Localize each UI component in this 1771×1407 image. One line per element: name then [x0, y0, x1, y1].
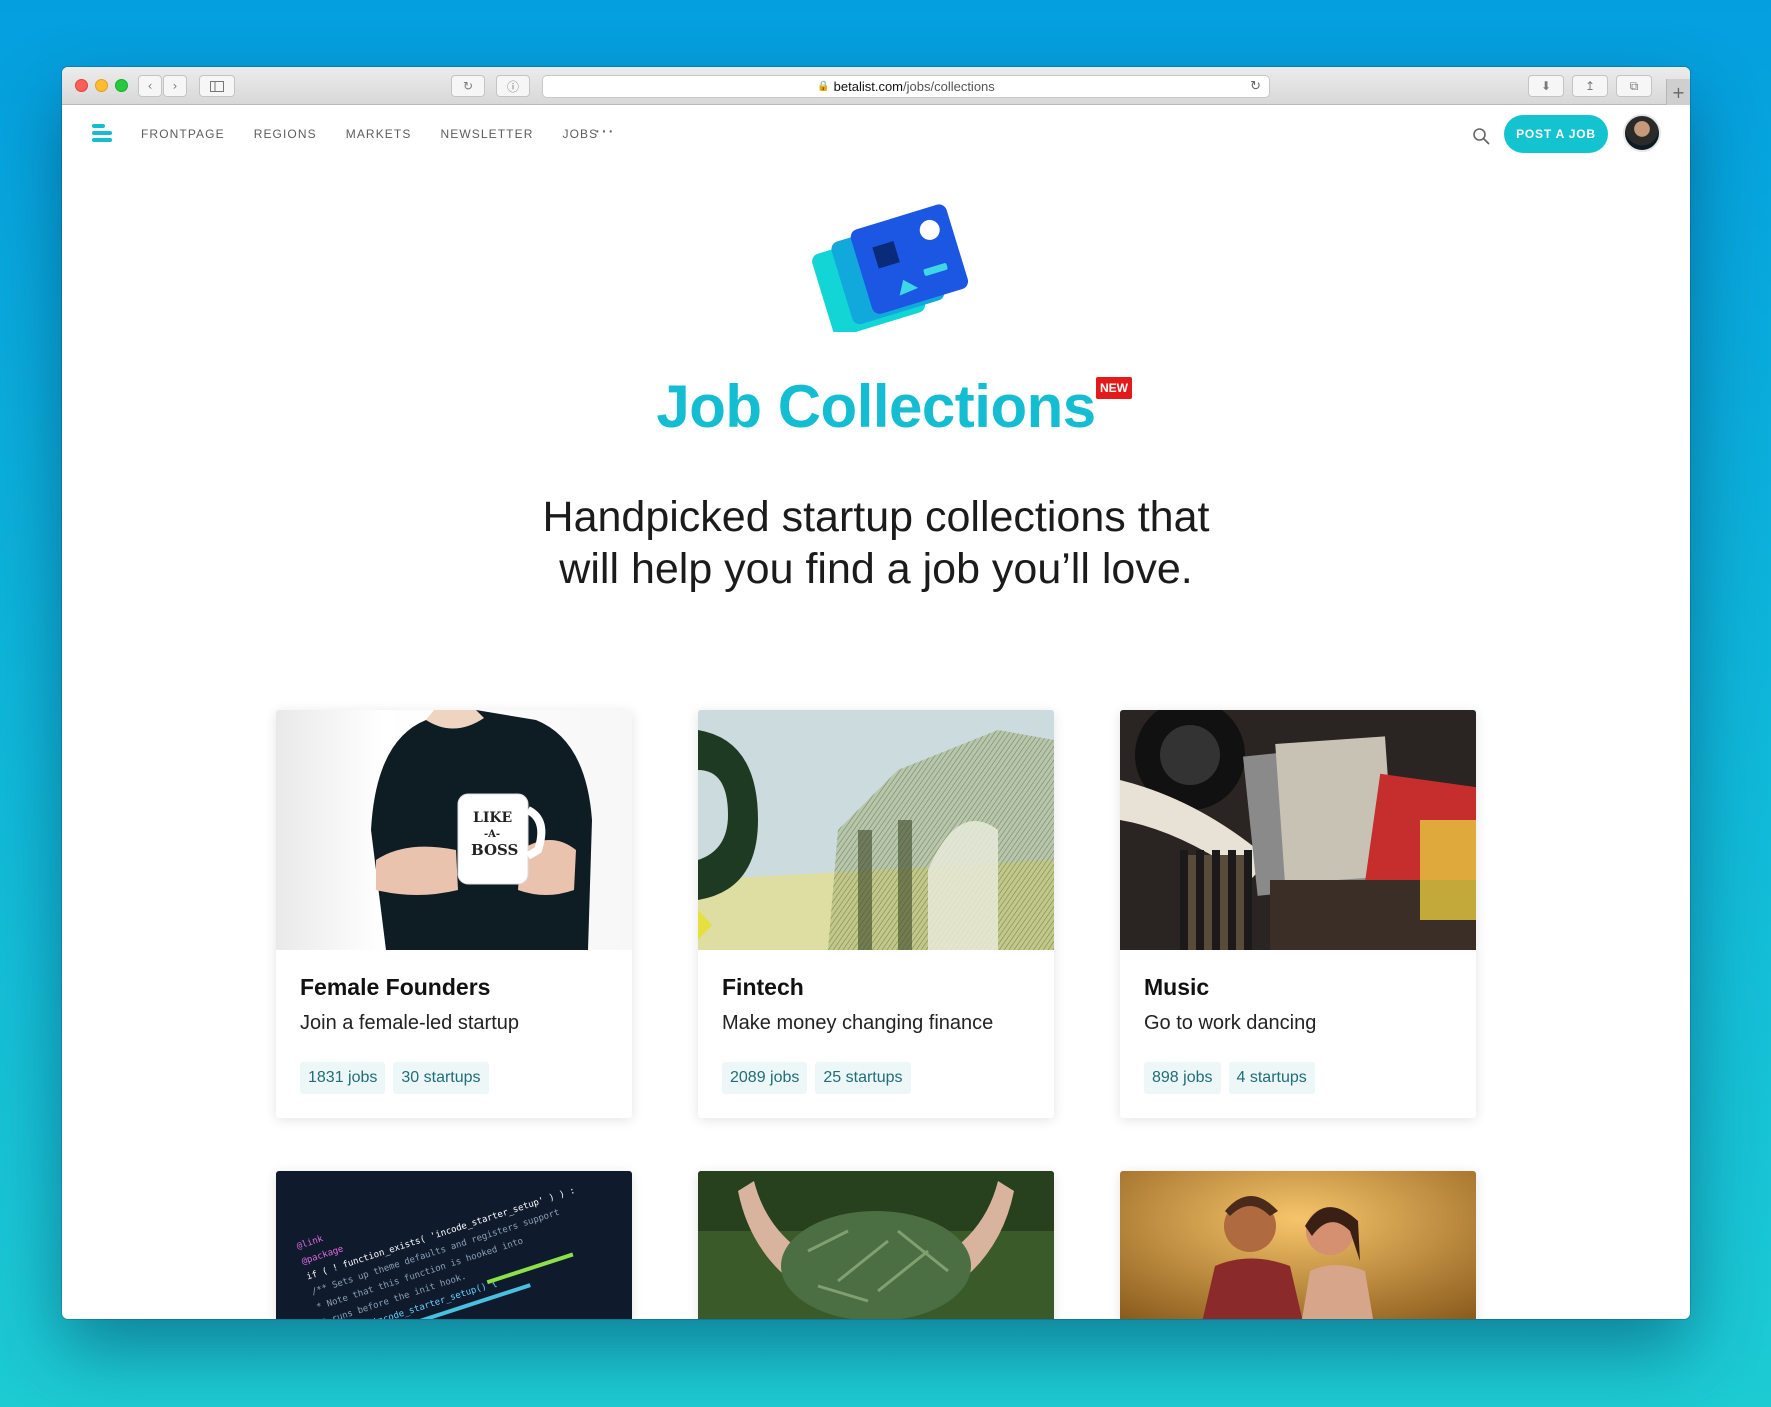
nav-markets[interactable]: MARKETS	[346, 127, 412, 141]
startups-count-tag[interactable]: 4 startups	[1228, 1062, 1315, 1094]
card-title: Music	[1144, 974, 1210, 1000]
sidebar-icon[interactable]	[199, 75, 235, 97]
couple-field-image	[1120, 1171, 1476, 1319]
avatar[interactable]	[1623, 114, 1661, 152]
startups-count-tag[interactable]: 30 startups	[393, 1062, 489, 1094]
jobs-count-tag[interactable]: 1831 jobs	[300, 1062, 386, 1094]
woman-mug-image: LIKE -A- BOSS	[276, 710, 632, 950]
lock-icon: 🔒	[817, 81, 830, 92]
forward-icon[interactable]: ›	[163, 75, 187, 97]
vinyl-records-image	[1120, 710, 1476, 950]
card-tags: 1831 jobs 30 startups	[300, 1062, 497, 1094]
minimize-window-button[interactable]	[95, 79, 108, 92]
jobs-count-tag[interactable]: 898 jobs	[1144, 1062, 1221, 1094]
card-tags: 2089 jobs 25 startups	[722, 1062, 919, 1094]
nav-links: FRONTPAGE REGIONS MARKETS NEWSLETTER JOB…	[141, 127, 627, 141]
new-tab-button[interactable]: +	[1666, 79, 1690, 105]
download-icon[interactable]: ⬇	[1528, 75, 1564, 97]
card-description: Join a female-led startup	[300, 1012, 520, 1034]
banknote-image	[698, 710, 1054, 950]
card-description: Make money changing finance	[722, 1012, 994, 1034]
collection-card-couples[interactable]	[1120, 1171, 1476, 1319]
collection-card-music[interactable]: Music Go to work dancing 898 jobs 4 star…	[1120, 710, 1476, 1118]
collection-card-female-founders[interactable]: LIKE -A- BOSS Female Founders Join a fem…	[276, 710, 632, 1118]
browser-window: ‹ › ↻ ⓘ ≡ 🔒 betalist.com/jobs/collection…	[62, 67, 1690, 1319]
site-navigation: FRONTPAGE REGIONS MARKETS NEWSLETTER JOB…	[62, 105, 1690, 167]
address-bar[interactable]: 🔒 betalist.com/jobs/collections ↻	[542, 75, 1270, 98]
url-path: /jobs/collections	[903, 79, 995, 94]
zoom-window-button[interactable]	[115, 79, 128, 92]
nav-frontpage[interactable]: FRONTPAGE	[141, 127, 225, 141]
reload-icon[interactable]: ↻	[1250, 79, 1261, 94]
password-icon[interactable]: ⓘ	[496, 75, 530, 97]
more-menu-icon[interactable]: ···	[594, 120, 614, 143]
collections-logo-icon	[812, 204, 969, 332]
post-job-button[interactable]: POST A JOB	[1504, 115, 1608, 153]
back-icon[interactable]: ‹	[138, 75, 162, 97]
card-tags: 898 jobs 4 startups	[1144, 1062, 1323, 1094]
svg-text:LIKE: LIKE	[473, 810, 512, 826]
menu-icon[interactable]	[92, 123, 114, 145]
page-title: Job Collections	[656, 373, 1096, 440]
collection-card-code[interactable]: @link @package if ( ! function_exists( '…	[276, 1171, 632, 1319]
pine-needles-image	[698, 1171, 1054, 1319]
url-domain: betalist.com	[833, 79, 904, 94]
nav-newsletter[interactable]: NEWSLETTER	[440, 127, 533, 141]
svg-text:-A-: -A-	[484, 829, 500, 840]
jobs-count-tag[interactable]: 2089 jobs	[722, 1062, 808, 1094]
card-description: Go to work dancing	[1144, 1012, 1317, 1034]
card-title: Fintech	[722, 974, 804, 1000]
subtitle-line-2: will help you find a job you’ll love.	[559, 545, 1193, 593]
browser-toolbar: ‹ › ↻ ⓘ ≡ 🔒 betalist.com/jobs/collection…	[62, 67, 1690, 105]
close-window-button[interactable]	[75, 79, 88, 92]
nav-jobs[interactable]: JOBS	[562, 127, 598, 141]
collection-card-fintech[interactable]: Fintech Make money changing finance 2089…	[698, 710, 1054, 1118]
startups-count-tag[interactable]: 25 startups	[815, 1062, 911, 1094]
subtitle-line-1: Handpicked startup collections that	[542, 493, 1210, 541]
tabs-icon[interactable]: ⧉	[1616, 75, 1652, 97]
svg-text:BOSS: BOSS	[471, 841, 518, 859]
card-title: Female Founders	[300, 974, 491, 1000]
history-icon[interactable]: ↻	[451, 75, 485, 97]
new-badge: NEW	[1096, 377, 1132, 399]
code-screen-image: @link @package if ( ! function_exists( '…	[276, 1171, 632, 1319]
page-subtitle: Handpicked startup collections that will…	[62, 491, 1690, 595]
share-icon[interactable]: ↥	[1572, 75, 1608, 97]
collection-card-nature[interactable]	[698, 1171, 1054, 1319]
search-icon[interactable]	[1472, 127, 1490, 145]
nav-regions[interactable]: REGIONS	[254, 127, 317, 141]
